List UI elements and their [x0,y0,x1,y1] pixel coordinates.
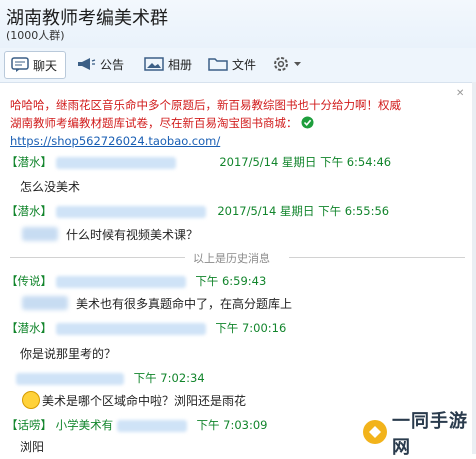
blurred-username [55,156,176,169]
message-text: 美术也有很多真题命中了，在高分题库上 [76,297,293,311]
tab-files-label: 文件 [232,57,257,72]
message-timestamp: 下午 7:03:09 [196,418,268,432]
message-header: 下午 7:02:34 [6,370,205,386]
photo-album-icon [144,56,164,72]
message-text: 美术是哪个区域命中啦？浏阳还是雨花 [42,394,247,408]
blurred-username [55,205,206,218]
message-timestamp: 2017/5/14 星期日 下午 6:54:46 [219,155,392,169]
tab-announcement[interactable]: 公告 [76,51,136,77]
message-text: 什么时候有视频美术课？ [66,228,199,242]
member-rank-tag: 【传说】 [6,274,52,288]
gear-icon [272,55,290,73]
blurred-image [22,227,58,241]
message-header: 【潜水】 2017/5/14 星期日 下午 6:55:56 [6,203,389,219]
chat-bubble-icon [11,57,29,73]
history-divider-label: 以上是历史消息 [193,252,270,265]
tab-chat[interactable]: 聊天 [4,51,66,79]
notice-line-2: 湖南教师考编教材题库试卷，尽在新百易淘宝图书商城： [10,116,298,130]
message-header: 【传说】 下午 6:59:43 [6,273,266,289]
watermark-logo-icon [362,419,388,448]
tab-album-label: 相册 [168,57,193,72]
tab-album[interactable]: 相册 [144,51,204,77]
group-member-count: (1000人群) [6,29,65,42]
message-text: 怎么没美术 [20,180,81,194]
folder-icon [208,56,228,72]
chat-window-header: 湖南教师考编美术群 (1000人群) [0,0,476,48]
message-timestamp: 下午 6:59:43 [195,274,267,288]
message-timestamp: 下午 7:02:34 [133,371,205,385]
member-rank-tag: 【潜水】 [6,204,52,218]
chat-scrollbar[interactable] [472,82,476,454]
megaphone-icon [76,56,96,72]
chevron-down-icon [294,61,301,67]
taobao-shop-link[interactable]: https://shop562726024.taobao.com/ [10,132,466,150]
member-rank-tag: 【话唠】 [6,418,52,432]
tab-announcement-label: 公告 [100,57,125,72]
settings-dropdown[interactable] [272,51,308,77]
tab-chat-label: 聊天 [33,58,58,73]
message-header: 【话唠】 小学美术有 下午 7:03:09 [6,417,267,433]
message-header: 【潜水】 下午 7:00:16 [6,320,286,336]
notice-line-1: 哈哈哈，继雨花区音乐命中多个原题后，新百易教综图书也十分给力啊！权威 [10,98,401,112]
message-timestamp: 2017/5/14 星期日 下午 6:55:56 [217,204,390,218]
group-notice: 哈哈哈，继雨花区音乐命中多个原题后，新百易教综图书也十分给力啊！权威 湖南教师考… [10,96,466,150]
check-shield-icon [301,116,314,130]
blurred-username [116,419,187,432]
blurred-mention [22,296,68,310]
tab-files[interactable]: 文件 [208,51,268,77]
member-name[interactable]: 小学美术有 [56,418,114,432]
blurred-username [16,372,124,385]
blurred-username [55,322,206,335]
member-rank-tag: 【潜水】 [6,155,52,169]
message-text: 你是说那里考的？ [20,347,117,361]
message-text: 浏阳 [20,440,45,454]
member-rank-tag: 【潜水】 [6,321,52,335]
site-watermark: 一同手游网 [362,411,470,458]
smile-emoji-icon [22,391,40,409]
watermark-text: 一同手游网 [392,411,468,458]
history-divider: 以上是历史消息 [0,250,476,265]
message-header: 【潜水】 2017/5/14 星期日 下午 6:54:46 [6,154,391,170]
blurred-username [55,275,186,288]
message-timestamp: 下午 7:00:16 [215,321,287,335]
group-toolbar: 聊天 公告 相册 文件 [0,48,476,83]
